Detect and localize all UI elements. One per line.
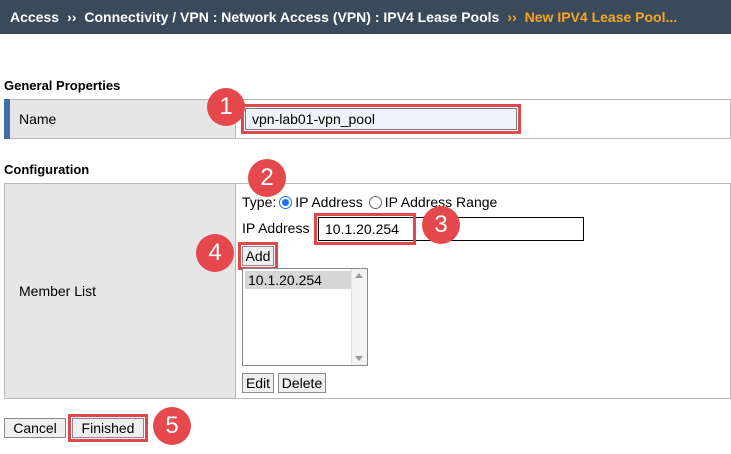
breadcrumb-item-lease-pools[interactable]: Connectivity / VPN : Network Access (VPN… — [84, 9, 499, 25]
name-label: Name — [19, 111, 57, 127]
callout-badge: 4 — [196, 234, 234, 272]
scroll-down-icon[interactable] — [355, 356, 363, 361]
section-marker — [4, 99, 10, 139]
name-input[interactable] — [241, 104, 521, 134]
breadcrumb-separator: ›› — [67, 9, 77, 25]
breadcrumb-current: New IPV4 Lease Pool... — [524, 9, 678, 25]
radio-ip-address[interactable] — [279, 195, 293, 209]
configuration-title: Configuration — [4, 162, 90, 177]
member-list-label: Member List — [19, 283, 97, 299]
callout-badge: 2 — [248, 159, 286, 197]
type-selector: Type: IP Address IP Address Range — [242, 194, 497, 210]
callout-badge: 1 — [207, 88, 245, 126]
breadcrumb-item-access[interactable]: Access — [10, 9, 59, 25]
scroll-up-icon[interactable] — [355, 273, 363, 278]
callout-badge: 5 — [153, 407, 191, 445]
ip-address-label: IP Address — [242, 220, 310, 236]
ip-address-highlight — [314, 213, 416, 245]
radio-ip-address-range[interactable] — [368, 195, 382, 209]
member-listbox[interactable]: 10.1.20.254 — [242, 268, 368, 366]
member-list-label-cell: Member List — [4, 183, 236, 399]
cancel-button[interactable]: Cancel — [4, 418, 66, 438]
breadcrumb: Access ›› Connectivity / VPN : Network A… — [0, 0, 731, 34]
listbox-scrollbar[interactable] — [351, 269, 367, 365]
edit-button[interactable]: Edit — [242, 373, 274, 393]
callout-badge: 3 — [422, 206, 460, 244]
finished-button[interactable]: Finished — [68, 414, 148, 442]
name-label-cell: Name — [4, 99, 236, 139]
radio-ip-address-label[interactable]: IP Address — [295, 194, 362, 210]
general-properties-title: General Properties — [4, 78, 121, 93]
delete-button[interactable]: Delete — [278, 373, 326, 393]
add-button[interactable]: Add — [238, 242, 278, 270]
breadcrumb-separator: ›› — [507, 9, 517, 25]
member-list-item[interactable]: 10.1.20.254 — [245, 271, 351, 289]
